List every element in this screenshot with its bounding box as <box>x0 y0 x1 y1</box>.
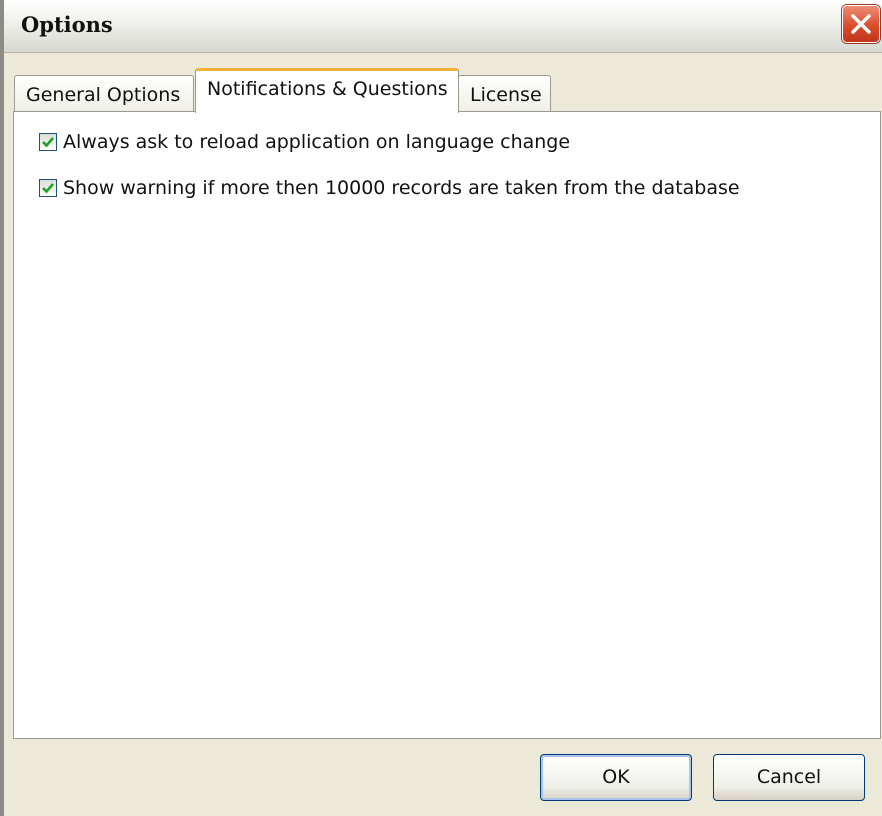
tab-label: General Options <box>26 84 181 106</box>
tab-general-options[interactable]: General Options <box>14 75 194 112</box>
dialog-footer: OK Cancel <box>8 740 882 816</box>
option-label: Always ask to reload application on lang… <box>63 131 571 153</box>
cancel-button[interactable]: Cancel <box>713 754 865 801</box>
title-bar[interactable]: Options <box>4 0 882 53</box>
checkbox-reload-on-language-change[interactable] <box>39 133 57 151</box>
close-icon <box>851 14 871 34</box>
options-dialog: Options General Options Notifications & … <box>0 0 882 816</box>
tab-panel <box>13 111 881 739</box>
option-reload-on-language-change[interactable]: Always ask to reload application on lang… <box>30 127 620 157</box>
tab-strip: General Options Notifications & Question… <box>9 68 882 113</box>
ok-button[interactable]: OK <box>540 754 692 801</box>
option-records-warning[interactable]: Show warning if more then 10000 records … <box>30 173 780 203</box>
option-label: Show warning if more then 10000 records … <box>63 177 740 199</box>
tab-license[interactable]: License <box>458 75 551 112</box>
tab-label: Notifications & Questions <box>207 78 448 100</box>
close-button[interactable] <box>842 5 880 43</box>
tab-notifications-questions[interactable]: Notifications & Questions <box>195 68 459 113</box>
check-icon <box>42 183 54 194</box>
window-title: Options <box>21 12 113 37</box>
tab-label: License <box>470 84 542 106</box>
checkbox-records-warning[interactable] <box>39 179 57 197</box>
check-icon <box>42 137 54 148</box>
